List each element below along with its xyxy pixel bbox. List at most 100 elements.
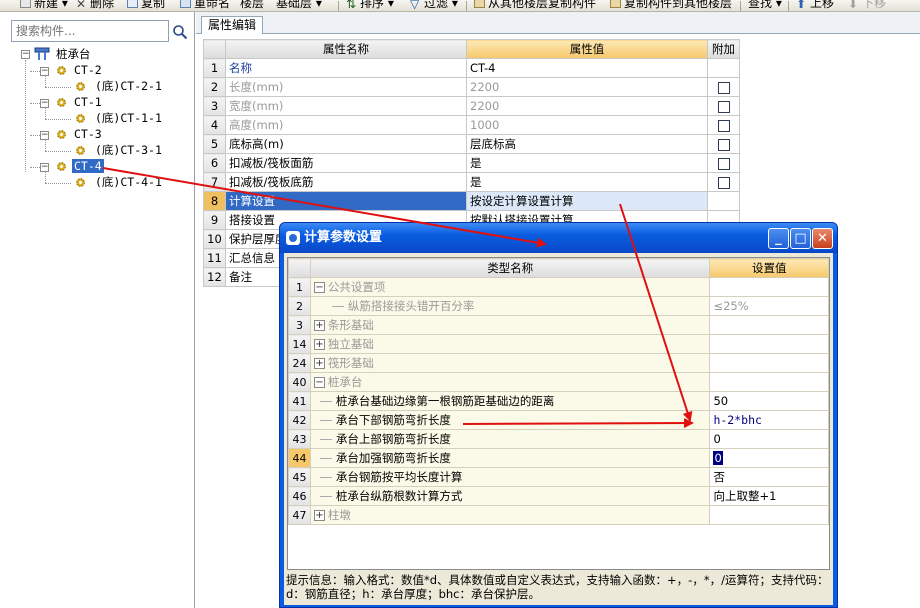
setting-value[interactable]	[709, 372, 829, 392]
filter-button[interactable]: ▽ 过滤 ▾	[410, 0, 458, 11]
table-row-selected[interactable]: 8 计算设置 按设定计算设置计算	[203, 191, 740, 211]
tree-item-ct-2[interactable]: CT-2	[72, 62, 104, 78]
table-row[interactable]: 6 扣减板/筏板面筋 是	[203, 153, 740, 173]
new-button[interactable]: 新建 ▾	[20, 0, 68, 10]
extra-checkbox[interactable]	[717, 138, 730, 151]
table-row[interactable]: 3 宽度(mm) 2200	[203, 96, 740, 116]
copy-from-floor-button[interactable]: 从其他楼层复制构件	[474, 0, 596, 10]
edit-caret[interactable]: 0	[713, 451, 723, 465]
setting-value[interactable]: 否	[709, 467, 829, 487]
table-row[interactable]: 14 + 独立基础	[288, 334, 829, 354]
column-header-extra: 附加	[707, 39, 740, 59]
property-name: 扣减板/筏板底筋	[225, 172, 467, 192]
table-row[interactable]: 43 承台上部钢筋弯折长度 0	[288, 429, 829, 449]
table-row[interactable]: 1 名称 CT-4	[203, 58, 740, 78]
floor-select[interactable]: 基础层 ▾	[276, 0, 322, 10]
setting-value[interactable]	[709, 505, 829, 525]
search-input[interactable]	[11, 20, 169, 42]
property-value[interactable]: 2200	[466, 96, 708, 116]
property-value[interactable]: 是	[466, 153, 708, 173]
setting-value[interactable]	[709, 315, 829, 335]
table-row[interactable]: 7 扣减板/筏板底筋 是	[203, 172, 740, 192]
close-button[interactable]: ✕	[812, 228, 833, 249]
table-row[interactable]: 1 − 公共设置项	[288, 277, 829, 297]
sort-icon: ⇅	[346, 0, 357, 11]
tree-item-ct-4-1[interactable]: (底)CT-4-1	[93, 174, 164, 190]
collapse-toggle[interactable]: −	[21, 50, 30, 59]
collapse-toggle[interactable]: −	[40, 67, 49, 76]
table-row[interactable]: 5 底标高(m) 层底标高	[203, 134, 740, 154]
setting-value[interactable]: ≤25%	[709, 296, 829, 316]
property-value[interactable]: 是	[466, 172, 708, 192]
extra-checkbox[interactable]	[717, 81, 730, 94]
collapse-toggle[interactable]: −	[40, 131, 49, 140]
table-row[interactable]: 2 长度(mm) 2200	[203, 77, 740, 97]
row-number: 24	[288, 353, 311, 373]
setting-name: 承台上部钢筋弯折长度	[309, 429, 711, 449]
setting-value[interactable]	[709, 353, 829, 373]
sort-button[interactable]: ⇅ 排序 ▾	[346, 0, 394, 11]
table-row[interactable]: 45 承台钢筋按平均长度计算 否	[288, 467, 829, 487]
expand-icon[interactable]: +	[313, 510, 325, 521]
extra-checkbox[interactable]	[717, 100, 730, 113]
tree-item-ct-3[interactable]: CT-3	[72, 126, 104, 142]
tree-item-ct-4[interactable]: CT-4	[72, 158, 104, 174]
setting-value[interactable]: 0	[709, 429, 829, 449]
collapse-toggle[interactable]: −	[40, 99, 49, 108]
gear-icon	[57, 98, 66, 107]
extra-checkbox[interactable]	[717, 176, 730, 189]
table-row[interactable]: 46 桩承台纵筋根数计算方式 向上取整+1	[288, 486, 829, 506]
row-number: 42	[288, 410, 311, 430]
minimize-button[interactable]: _	[768, 228, 789, 249]
table-row[interactable]: 40 − 桩承台	[288, 372, 829, 392]
table-row[interactable]: 2 纵筋搭接接头错开百分率 ≤25%	[288, 296, 829, 316]
row-number: 9	[203, 210, 226, 230]
table-row[interactable]: 42 承台下部钢筋弯折长度 h-2*bhc	[288, 410, 829, 430]
property-value[interactable]: 层底标高	[466, 134, 708, 154]
extra-checkbox[interactable]	[717, 119, 730, 132]
tree-line	[25, 60, 26, 172]
table-row-active[interactable]: 44 承台加强钢筋弯折长度 0	[288, 448, 829, 468]
extra-checkbox[interactable]	[717, 157, 730, 170]
table-row[interactable]: 47 + 柱墩	[288, 505, 829, 525]
property-value[interactable]: 2200	[466, 77, 708, 97]
property-value[interactable]: 1000	[466, 115, 708, 135]
setting-value[interactable]: 50	[709, 391, 829, 411]
expand-icon[interactable]: +	[313, 358, 325, 369]
setting-value[interactable]	[709, 334, 829, 354]
table-row[interactable]: 4 高度(mm) 1000	[203, 115, 740, 135]
setting-value[interactable]: 向上取整+1	[709, 486, 829, 506]
collapse-toggle[interactable]: −	[40, 163, 49, 172]
setting-value-editing[interactable]: 0	[709, 448, 829, 468]
setting-value[interactable]	[709, 277, 829, 297]
tree-item-ct-1[interactable]: CT-1	[72, 94, 104, 110]
dialog-title-bar[interactable]: 计算参数设置 _ □ ✕	[280, 223, 837, 253]
setting-value[interactable]: h-2*bhc	[709, 410, 829, 430]
tree-item-ct-3-1[interactable]: (底)CT-3-1	[93, 142, 164, 158]
expand-icon[interactable]: +	[313, 320, 325, 331]
tree-item-ct-2-1[interactable]: (底)CT-2-1	[93, 78, 164, 94]
maximize-button[interactable]: □	[790, 228, 811, 249]
table-row[interactable]: 24 + 筏形基础	[288, 353, 829, 373]
property-value[interactable]: CT-4	[466, 58, 708, 78]
collapse-icon[interactable]: −	[313, 282, 325, 293]
table-row[interactable]: 41 桩承台基础边缘第一根钢筋距基础边的距离 50	[288, 391, 829, 411]
tree-item-ct-1-1[interactable]: (底)CT-1-1	[93, 110, 164, 126]
copy-to-floor-button[interactable]: 复制构件到其他楼层	[610, 0, 732, 10]
copy-button[interactable]: 复制	[127, 0, 165, 10]
move-down-button[interactable]: ⬇ 下移	[848, 0, 886, 11]
pile-cap-icon	[34, 47, 50, 60]
row-number: 2	[203, 77, 226, 97]
rename-button[interactable]: 重命名	[180, 0, 230, 10]
collapse-icon[interactable]: −	[313, 377, 325, 388]
column-header-value: 属性值	[466, 39, 708, 59]
expand-icon[interactable]: +	[313, 339, 325, 350]
property-value[interactable]: 按设定计算设置计算	[466, 191, 708, 211]
tree-root[interactable]: 桩承台	[54, 46, 93, 62]
tab-property-edit[interactable]: 属性编辑	[201, 16, 264, 34]
delete-button[interactable]: ✕ 删除	[76, 0, 114, 11]
find-button[interactable]: 查找 ▾	[748, 0, 782, 10]
move-up-button[interactable]: ⬆ 上移	[796, 0, 834, 11]
table-row[interactable]: 3 + 条形基础	[288, 315, 829, 335]
search-icon[interactable]	[172, 24, 188, 40]
